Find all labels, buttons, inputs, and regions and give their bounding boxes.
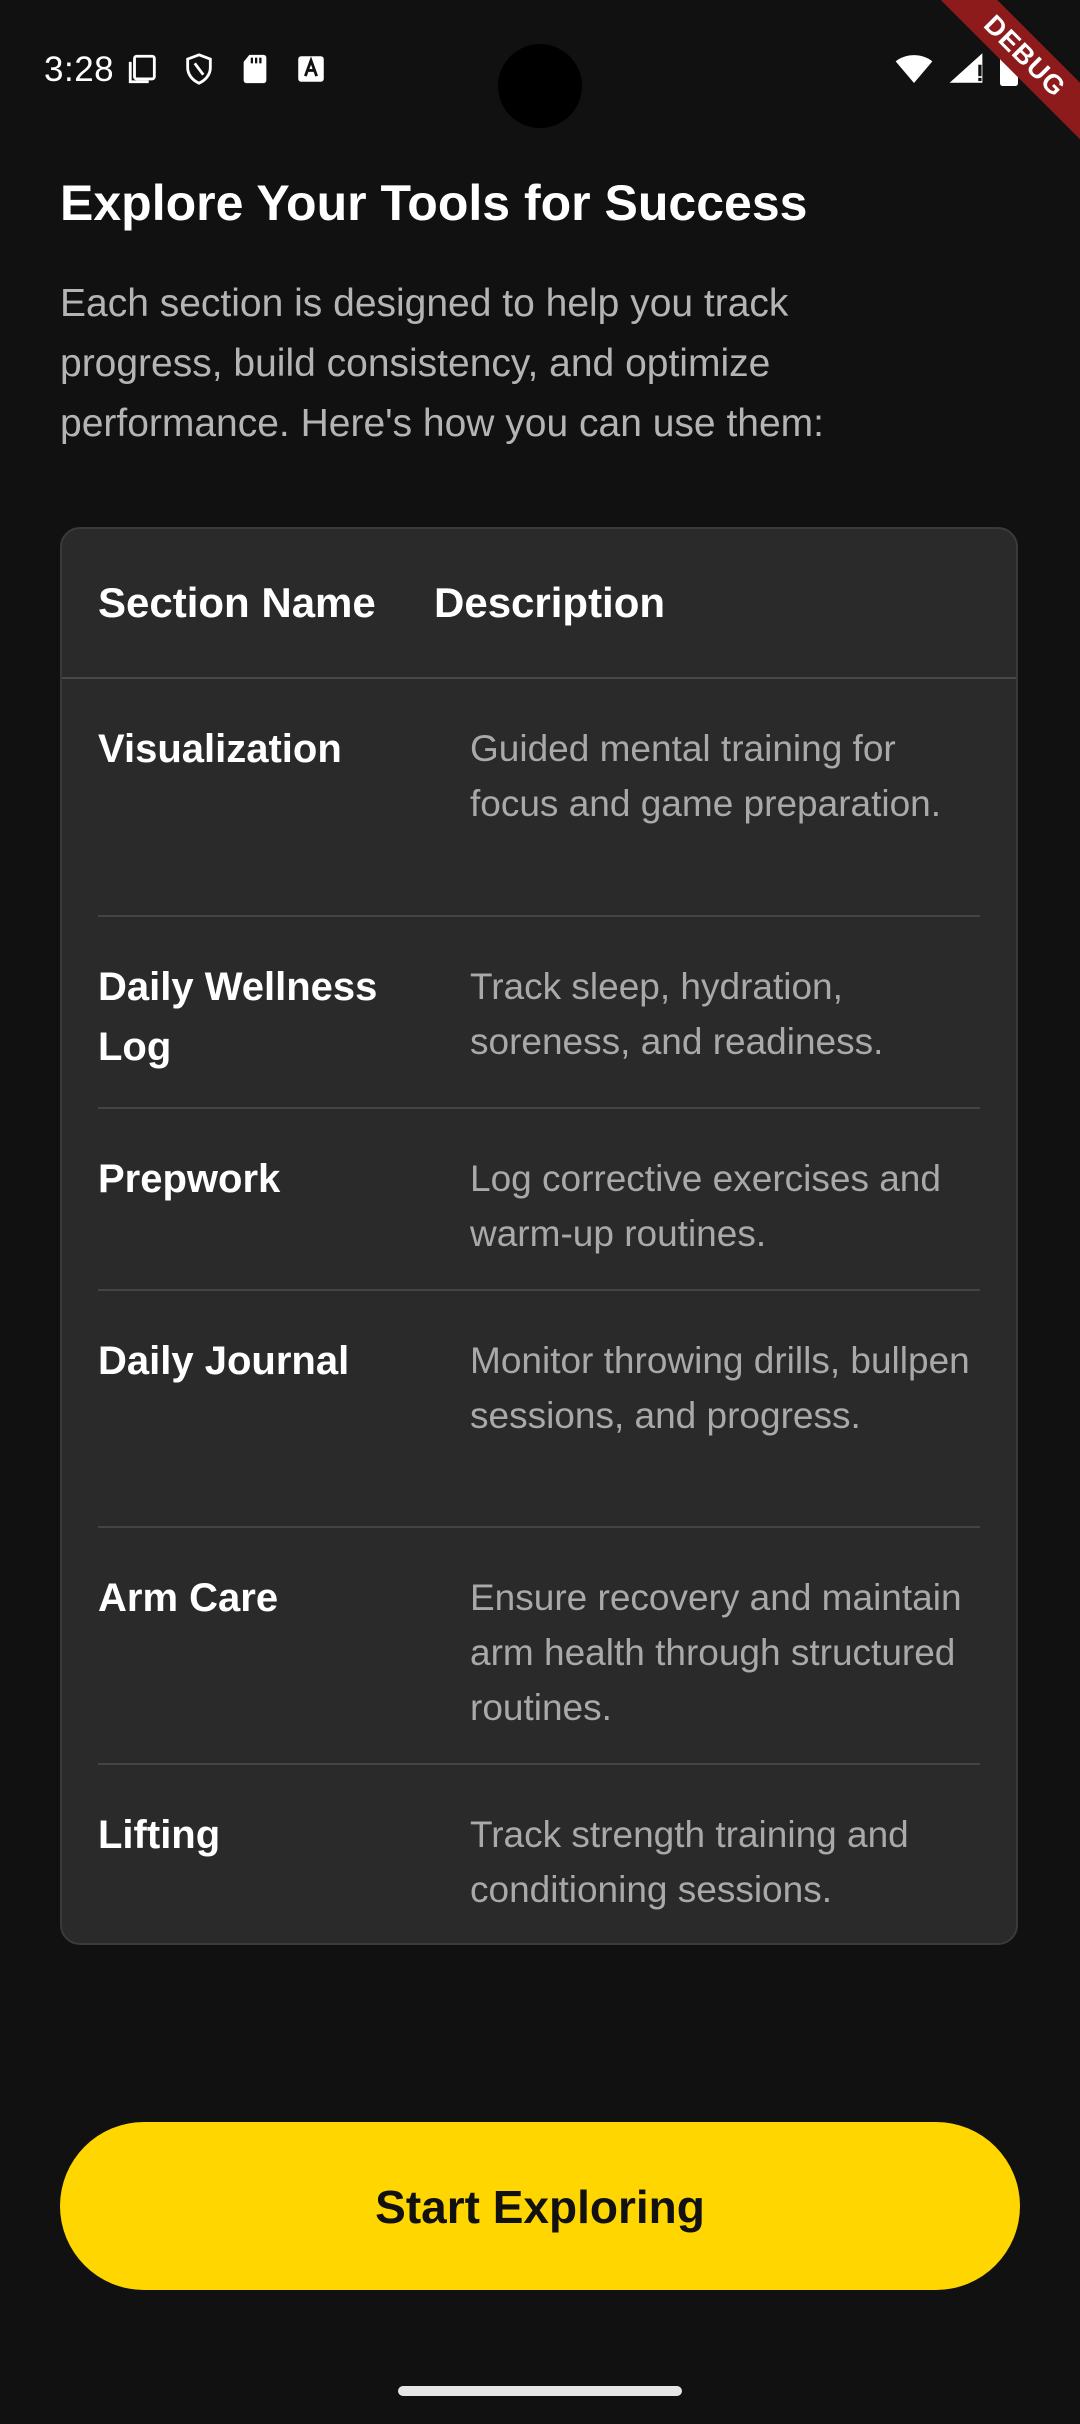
- front-camera: [498, 44, 582, 128]
- start-exploring-button[interactable]: Start Exploring: [60, 2122, 1020, 2290]
- screenshot-icon: [128, 54, 156, 84]
- status-bar: 3:28 DEBUG: [0, 0, 1080, 152]
- section-name: Visualization: [98, 727, 342, 771]
- section-description: Log corrective exercises and warm-up rou…: [470, 1158, 941, 1254]
- page-title: Explore Your Tools for Success: [60, 175, 808, 231]
- section-description: Guided mental training for focus and gam…: [470, 728, 942, 824]
- table-row: Daily Wellness Log Track sleep, hydratio…: [98, 917, 980, 1109]
- screen: 3:28 DEBUG Explore Your Tools for Succes…: [0, 0, 1080, 2424]
- section-description: Monitor throwing drills, bullpen session…: [470, 1340, 970, 1436]
- keyboard-a-icon: [298, 56, 324, 82]
- table-row: Arm Care Ensure recovery and maintain ar…: [98, 1528, 980, 1765]
- section-description: Ensure recovery and maintain arm health …: [470, 1577, 962, 1728]
- section-name: Daily Journal: [98, 1339, 350, 1383]
- table-row: Prepwork Log corrective exercises and wa…: [98, 1109, 980, 1291]
- section-name: Daily Wellness Log: [98, 965, 378, 1069]
- debug-banner-label: DEBUG: [929, 0, 1080, 152]
- section-description: Track strength training and conditioning…: [470, 1814, 909, 1910]
- shield-icon: [186, 53, 212, 85]
- section-description: Track sleep, hydration, soreness, and re…: [470, 966, 884, 1062]
- section-name: Arm Care: [98, 1576, 279, 1620]
- sd-card-icon: [243, 54, 267, 84]
- section-name: Lifting: [98, 1813, 221, 1857]
- table-row: Daily Journal Monitor throwing drills, b…: [98, 1291, 980, 1528]
- column-header-description: Description: [434, 579, 666, 626]
- table-row: Visualization Guided mental training for…: [98, 679, 980, 917]
- column-header-section-name: Section Name: [98, 579, 376, 626]
- section-name: Prepwork: [98, 1157, 281, 1201]
- table-header: Section Name Description: [62, 529, 1016, 679]
- debug-banner: DEBUG: [920, 0, 1080, 160]
- home-indicator[interactable]: [398, 2386, 682, 2396]
- sections-table: Section Name Description Visualization G…: [60, 527, 1018, 1945]
- table-body: Visualization Guided mental training for…: [62, 679, 1016, 1943]
- status-icons-left: [126, 52, 328, 86]
- status-time: 3:28: [44, 50, 115, 89]
- table-row: Lifting Track strength training and cond…: [98, 1765, 980, 1943]
- page-subtitle: Each section is designed to help you tra…: [60, 282, 824, 445]
